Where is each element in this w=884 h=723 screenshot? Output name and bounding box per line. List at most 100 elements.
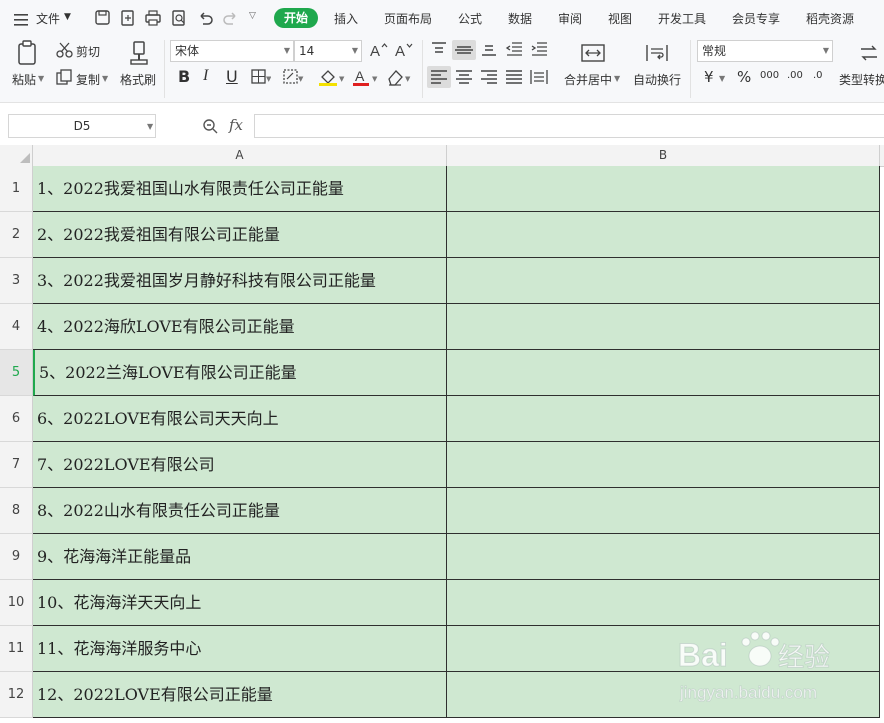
tab-docer-resources[interactable]: 稻壳资源 [806,10,854,27]
font-color-icon[interactable]: A ▼ [352,67,380,91]
insert-function-button[interactable]: fx [229,116,243,134]
cell-b[interactable] [447,442,880,488]
paste-icon[interactable] [16,40,40,70]
tab-insert[interactable]: 插入 [334,10,358,27]
format-painter-button[interactable]: 格式刷 [120,71,156,88]
align-left-icon[interactable] [427,66,451,88]
row-header[interactable]: 11 [0,626,33,672]
row-header[interactable]: 12 [0,672,33,718]
cell-b[interactable] [447,580,880,626]
cell-a[interactable]: 3、2022我爱祖国岁月静好科技有限公司正能量 [33,258,447,304]
align-top-icon[interactable] [429,40,449,62]
quick-access-more-icon[interactable]: ▽ [249,11,256,21]
type-convert-button[interactable]: 类型转换 [839,71,884,88]
row-header[interactable]: 5 [0,350,33,396]
justify-icon[interactable] [504,68,524,90]
cut-button[interactable]: 剪切 [76,43,100,60]
tab-data[interactable]: 数据 [508,10,532,27]
align-center-icon[interactable] [454,68,474,90]
name-box[interactable]: D5 [8,114,156,138]
save-icon[interactable] [94,9,112,31]
borders-icon[interactable]: ▼ [251,69,272,89]
cell-a[interactable]: 5、2022兰海LOVE有限公司正能量 [33,350,447,396]
row-header[interactable]: 1 [0,166,33,212]
cell-b[interactable] [447,304,880,350]
row-header[interactable]: 8 [0,488,33,534]
row-header[interactable]: 10 [0,580,33,626]
row-header[interactable]: 6 [0,396,33,442]
cell-a[interactable]: 7、2022LOVE有限公司 [33,442,447,488]
name-box-chevron-icon[interactable]: ▼ [147,122,153,131]
number-format-select[interactable]: 常规 ▼ [697,40,833,62]
cell-b[interactable] [447,350,880,396]
print-preview-icon[interactable] [170,9,188,31]
redo-icon[interactable] [222,9,240,31]
decrease-decimal-button[interactable]: .0 [813,70,823,81]
merge-center-button[interactable]: 合并居中 [564,71,612,88]
currency-chevron-icon[interactable]: ▼ [719,74,725,83]
tab-start[interactable]: 开始 [274,8,318,28]
scissors-icon[interactable] [56,42,74,62]
font-size-chevron-icon[interactable]: ▼ [352,41,358,61]
bold-button[interactable]: B [178,67,190,86]
increase-indent-icon[interactable] [529,40,549,62]
cell-b[interactable] [447,488,880,534]
decrease-indent-icon[interactable] [504,40,524,62]
paste-chevron-icon[interactable]: ▼ [38,74,44,83]
cell-a[interactable]: 10、花海海洋天天向上 [33,580,447,626]
cell-a[interactable]: 12、2022LOVE有限公司正能量 [33,672,447,718]
fill-color-icon[interactable]: ▼ [318,67,346,91]
file-menu-chevron-icon[interactable]: ▼ [64,12,71,22]
align-middle-icon[interactable] [452,40,476,60]
fill-pattern-icon[interactable]: ▼ [283,69,305,89]
italic-button[interactable]: I [203,67,208,85]
increase-font-size-icon[interactable]: A [370,41,388,63]
cell-a[interactable]: 8、2022山水有限责任公司正能量 [33,488,447,534]
number-format-chevron-icon[interactable]: ▼ [823,41,829,61]
merge-center-chevron-icon[interactable]: ▼ [614,74,620,83]
copy-icon[interactable] [56,69,72,89]
row-header[interactable]: 3 [0,258,33,304]
cell-a[interactable]: 4、2022海欣LOVE有限公司正能量 [33,304,447,350]
row-header[interactable]: 2 [0,212,33,258]
cell-b[interactable] [447,396,880,442]
tab-developer[interactable]: 开发工具 [658,10,706,27]
thousands-separator-button[interactable]: 000 [760,70,779,81]
cell-a[interactable]: 11、花海海洋服务中心 [33,626,447,672]
cell-b[interactable] [447,212,880,258]
type-convert-icon[interactable] [857,42,881,68]
export-pdf-icon[interactable] [119,9,137,31]
row-header[interactable]: 4 [0,304,33,350]
cell-a[interactable]: 9、花海海洋正能量品 [33,534,447,580]
clear-format-icon[interactable]: ▼ [386,67,414,91]
cell-b[interactable] [447,534,880,580]
paste-button[interactable]: 粘贴 [12,71,36,88]
column-header-a[interactable]: A [33,145,447,166]
decrease-font-size-icon[interactable]: A [395,41,413,63]
hamburger-icon[interactable] [14,11,30,26]
tab-page-layout[interactable]: 页面布局 [384,10,432,27]
align-right-icon[interactable] [479,68,499,90]
wrap-text-button[interactable]: 自动换行 [633,71,681,88]
tab-review[interactable]: 审阅 [558,10,582,27]
row-header[interactable]: 9 [0,534,33,580]
tab-member[interactable]: 会员专享 [732,10,780,27]
cell-b[interactable] [447,166,880,212]
percent-button[interactable]: % [737,68,751,86]
distributed-align-icon[interactable] [529,68,549,90]
wrap-text-icon[interactable] [644,42,670,68]
formula-input[interactable] [254,114,884,138]
increase-decimal-button[interactable]: .00 [787,70,803,81]
tab-view[interactable]: 视图 [608,10,632,27]
undo-icon[interactable] [196,9,214,31]
tab-formulas[interactable]: 公式 [458,10,482,27]
copy-chevron-icon[interactable]: ▼ [102,74,108,83]
merge-center-icon[interactable] [580,42,606,68]
font-name-chevron-icon[interactable]: ▼ [284,41,290,61]
copy-button[interactable]: 复制 [76,71,100,88]
select-all-corner[interactable] [0,145,33,166]
align-bottom-icon[interactable] [479,40,499,62]
cell-a[interactable]: 2、2022我爱祖国有限公司正能量 [33,212,447,258]
currency-button[interactable]: ¥ [704,68,714,86]
column-header-b[interactable]: B [447,145,880,166]
